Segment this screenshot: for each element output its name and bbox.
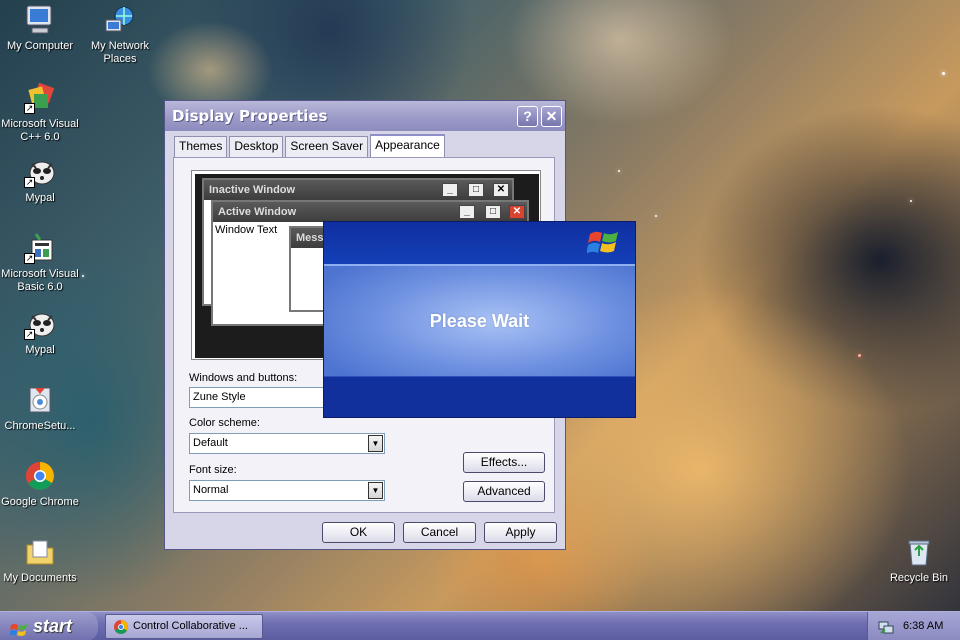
please-wait-footer <box>324 376 635 417</box>
documents-icon <box>24 536 56 568</box>
star <box>910 200 912 202</box>
desktop-icon-label: Microsoft Visual <box>1 268 79 280</box>
close-button[interactable]: ✕ <box>541 105 562 127</box>
desktop-icon-label: C++ 6.0 <box>20 131 60 143</box>
tab-desktop[interactable]: Desktop <box>229 136 284 157</box>
desktop-icon-label: Recycle Bin <box>889 572 949 584</box>
chevron-down-icon[interactable]: ▼ <box>368 435 383 452</box>
help-button[interactable]: ? <box>517 105 538 127</box>
star <box>82 275 84 277</box>
desktop-icon-label: Basic 6.0 <box>17 281 63 293</box>
network-tray-icon[interactable] <box>878 618 894 640</box>
taskbar-item-chrome[interactable]: Control Collaborative ... <box>105 614 263 639</box>
star <box>858 354 861 357</box>
minimize-icon: _ <box>459 205 475 219</box>
close-icon: ✕ <box>493 183 509 197</box>
tab-screen-saver[interactable]: Screen Saver <box>285 136 369 157</box>
start-label: start <box>33 616 73 636</box>
tab-strip: Themes Desktop Screen Saver Appearance <box>174 134 447 157</box>
preview-inactive-title: Inactive Window <box>209 184 296 196</box>
desktop-icon-visual-basic[interactable]: ↗ Microsoft Visual Basic 6.0 <box>0 232 80 294</box>
desktop-icon-mypal-2[interactable]: ↗ Mypal <box>0 308 80 357</box>
cancel-button[interactable]: Cancel <box>403 522 476 543</box>
maximize-icon: □ <box>468 183 484 197</box>
windows-buttons-label: Windows and buttons: <box>189 372 298 384</box>
effects-button[interactable]: Effects... <box>463 452 545 473</box>
shortcut-arrow-icon: ↗ <box>24 253 35 264</box>
star <box>942 72 945 75</box>
desktop-icon-label: My Network <box>90 40 150 52</box>
network-icon <box>104 4 136 36</box>
star <box>655 215 657 217</box>
maximize-icon: □ <box>485 205 501 219</box>
clock: 6:38 AM <box>903 620 944 632</box>
please-wait-header <box>324 222 635 266</box>
please-wait-body: Please Wait <box>324 266 635 376</box>
color-scheme-select[interactable]: Default ▼ <box>189 433 385 454</box>
font-size-value: Normal <box>193 484 229 496</box>
desktop-icon-recycle-bin[interactable]: Recycle Bin <box>879 536 959 585</box>
minimize-icon: _ <box>442 183 458 197</box>
advanced-button[interactable]: Advanced <box>463 481 545 502</box>
desktop-icon-label: Google Chrome <box>1 496 79 508</box>
star <box>618 170 620 172</box>
desktop-icon-my-network-places[interactable]: My Network Places <box>80 4 160 66</box>
please-wait-dialog: Please Wait <box>323 221 636 418</box>
desktop-icon-label: My Computer <box>6 40 74 52</box>
windows-buttons-value: Zune Style <box>193 391 246 403</box>
recycle-bin-icon <box>903 536 935 568</box>
font-size-select[interactable]: Normal ▼ <box>189 480 385 501</box>
desktop-icon-my-documents[interactable]: My Documents <box>0 536 80 585</box>
mypal-icon: ↗ <box>24 156 56 188</box>
chrome-icon <box>113 619 129 640</box>
computer-icon <box>24 4 56 36</box>
chrome-icon <box>24 460 56 492</box>
shortcut-arrow-icon: ↗ <box>24 177 35 188</box>
close-icon: ✕ <box>509 205 525 219</box>
windows-flag-icon <box>9 618 28 640</box>
desktop-icon-my-computer[interactable]: My Computer <box>0 4 80 53</box>
desktop-icon-label: My Documents <box>3 572 77 584</box>
desktop-icon-label: Mypal <box>25 192 55 204</box>
preview-inactive-titlebar: Inactive Window _ □ ✕ <box>204 180 512 200</box>
desktop-icon-label: Microsoft Visual <box>1 118 79 130</box>
color-scheme-label: Color scheme: <box>189 417 260 429</box>
preview-active-titlebar: Active Window _ □ ✕ <box>213 202 527 222</box>
window-title: Display Properties <box>172 107 328 125</box>
shortcut-arrow-icon: ↗ <box>24 103 35 114</box>
tab-appearance[interactable]: Appearance <box>370 134 445 157</box>
desktop-icon-mypal[interactable]: ↗ Mypal <box>0 156 80 205</box>
shortcut-arrow-icon: ↗ <box>24 329 35 340</box>
tab-themes[interactable]: Themes <box>174 136 228 157</box>
color-scheme-value: Default <box>193 437 228 449</box>
desktop-icon-label: ChromeSetu... <box>4 420 76 432</box>
please-wait-text: Please Wait <box>429 310 530 331</box>
preview-active-title: Active Window <box>218 206 297 218</box>
vb-icon: ↗ <box>24 232 56 264</box>
desktop-icon-chrome-setup[interactable]: ChromeSetu... <box>0 384 80 433</box>
start-button[interactable]: start <box>0 612 98 640</box>
windows-logo-icon <box>586 228 621 261</box>
mypal-icon: ↗ <box>24 308 56 340</box>
desktop-icon-label: Places <box>103 53 137 65</box>
desktop-icon-label: Mypal <box>25 344 55 356</box>
ok-button[interactable]: OK <box>322 522 395 543</box>
desktop-icon-google-chrome[interactable]: Google Chrome <box>0 460 80 509</box>
font-size-label: Font size: <box>189 464 237 476</box>
system-tray: 6:38 AM <box>867 612 960 640</box>
taskbar-item-label: Control Collaborative ... <box>133 620 248 632</box>
taskbar: start Control Collaborative ... 6:38 AM <box>0 611 960 640</box>
chevron-down-icon[interactable]: ▼ <box>368 482 383 499</box>
desktop-icon-visual-cpp[interactable]: ↗ Microsoft Visual C++ 6.0 <box>0 82 80 144</box>
window-titlebar[interactable]: Display Properties ? ✕ <box>165 101 565 131</box>
installer-icon <box>24 384 56 416</box>
apply-button[interactable]: Apply <box>484 522 557 543</box>
vcpp-icon: ↗ <box>24 82 56 114</box>
